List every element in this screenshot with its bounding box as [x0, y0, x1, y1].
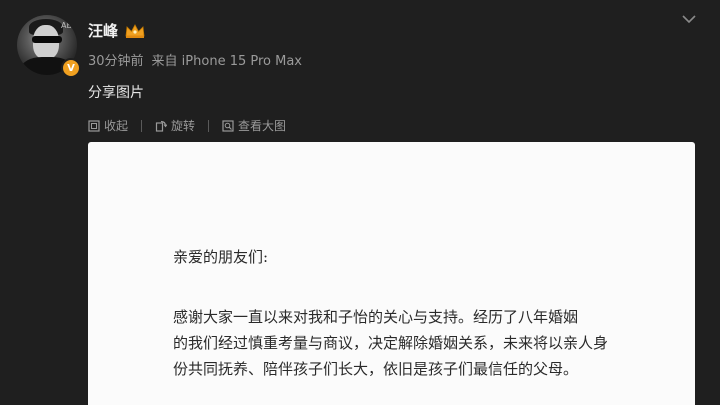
post-meta: 30分钟前 来自 iPhone 15 Pro Max: [88, 50, 302, 69]
image-toolbar: 收起 旋转 查看大图: [88, 117, 286, 134]
chevron-down-icon[interactable]: [682, 14, 696, 24]
crown-icon[interactable]: [124, 23, 146, 39]
letter-greeting: 亲爱的朋友们:: [173, 248, 269, 266]
post-source: 来自 iPhone 15 Pro Max: [151, 54, 302, 69]
rotate-button[interactable]: 旋转: [155, 117, 195, 134]
view-large-button[interactable]: 查看大图: [222, 117, 286, 134]
letter-line: 份共同抚养、陪伴孩子们长大，依旧是孩子们最信任的父母。: [173, 360, 579, 378]
weibo-post: ABC V 汪峰 30分钟前 来自 iPhone 15 Pro Max 分享图片…: [0, 0, 720, 405]
collapse-icon: [88, 119, 100, 132]
post-text: 分享图片: [88, 85, 144, 101]
rotate-icon: [155, 120, 168, 132]
post-timestamp[interactable]: 30分钟前: [88, 50, 144, 69]
verified-badge-icon: V: [61, 58, 81, 78]
avatar-scribble: ABC: [61, 21, 77, 30]
collapse-button[interactable]: 收起: [88, 117, 128, 134]
avatar-sunglasses: [32, 36, 62, 43]
rotate-label: 旋转: [171, 119, 196, 133]
letter-line: 的我们经过慎重考量与商议，决定解除婚姻关系，未来将以亲人身: [173, 334, 609, 352]
view-large-icon: [222, 119, 234, 132]
username[interactable]: 汪峰: [88, 20, 118, 41]
letter-body: 感谢大家一直以来对我和子怡的关心与支持。经历了八年婚姻 的我们经过慎重考量与商议…: [173, 304, 638, 382]
post-image[interactable]: 亲爱的朋友们: 感谢大家一直以来对我和子怡的关心与支持。经历了八年婚姻 的我们经…: [88, 142, 695, 405]
view-large-label: 查看大图: [238, 119, 287, 133]
collapse-label: 收起: [104, 119, 129, 133]
toolbar-divider: [141, 119, 143, 132]
username-row: 汪峰: [88, 20, 146, 41]
toolbar-divider: [208, 119, 210, 132]
letter-line: 感谢大家一直以来对我和子怡的关心与支持。经历了八年婚姻: [173, 308, 579, 326]
